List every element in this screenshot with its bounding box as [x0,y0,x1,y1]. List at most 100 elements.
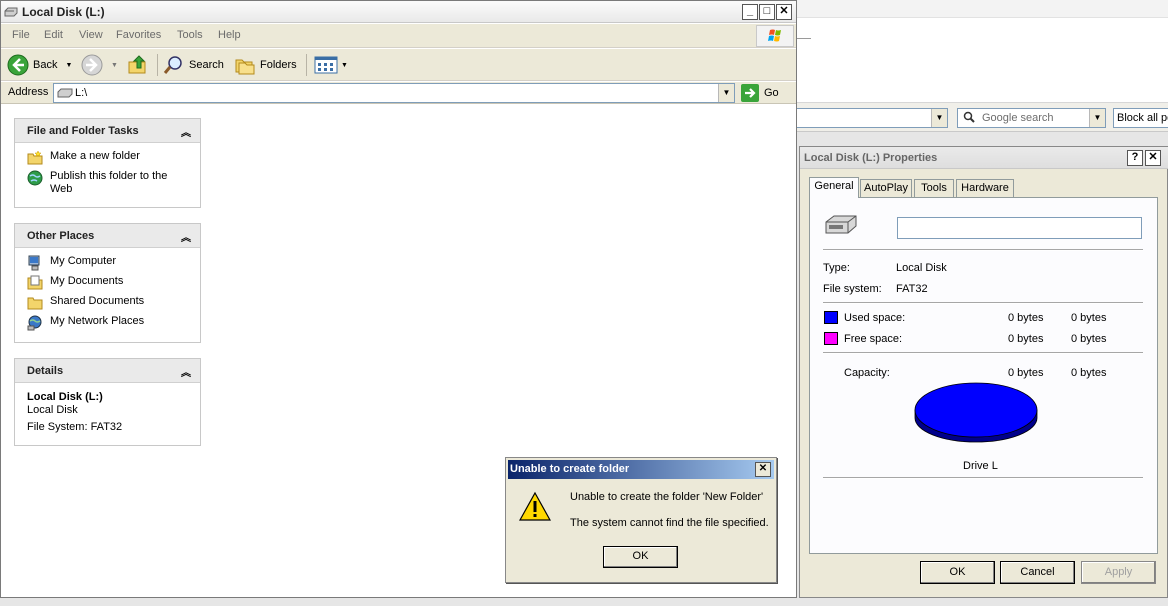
close-button[interactable]: ✕ [755,462,771,477]
place-my-documents[interactable]: My Documents [27,275,200,291]
forward-arrow-icon [81,54,103,76]
collapse-chevron-icon[interactable]: ︽ [181,124,191,139]
volume-label-input[interactable] [897,217,1142,239]
place-my-computer[interactable]: My Computer [27,255,200,271]
capacity-size: 0 bytes [1071,367,1107,379]
shared-folder-icon [27,297,43,310]
properties-titlebar[interactable]: Local Disk (L:) Properties ? ✕ [800,147,1168,169]
folders-button[interactable]: Folders [234,53,297,77]
task-label: Make a new folder [50,150,140,162]
views-button[interactable]: ▼ [314,53,348,77]
panel-body: Local Disk (L:) Local Disk File System: … [15,383,200,445]
globe-icon [27,170,43,186]
panel-header[interactable]: Other Places ︽ [15,224,200,248]
panel-header[interactable]: Details ︽ [15,359,200,383]
menu-bar: File Edit View Favorites Tools Help [1,24,796,48]
error-dialog-titlebar[interactable]: Unable to create folder ✕ [508,460,774,479]
drive-label: Drive L [963,460,998,472]
chevron-down-icon[interactable]: ▼ [341,62,348,69]
forward-button[interactable]: ▼ [81,53,118,77]
my-computer-icon [28,255,40,271]
address-input[interactable]: L:\ ▼ [53,83,735,103]
panel-title: Other Places [27,230,95,242]
warning-icon [519,491,551,521]
ok-button[interactable]: OK [603,546,678,568]
task-make-new-folder[interactable]: Make a new folder [27,150,200,166]
panel-header[interactable]: File and Folder Tasks ︽ [15,119,200,143]
properties-title: Local Disk (L:) Properties [804,152,938,164]
details-type: Local Disk [27,404,78,416]
address-value: L:\ [75,87,88,99]
back-arrow-icon [7,54,29,76]
task-publish-to-web[interactable]: Publish this folder to the Web [27,170,200,196]
back-label: Back [33,59,58,71]
go-label: Go [764,87,779,99]
explorer-titlebar[interactable]: Local Disk (L:) _ □ ✕ [1,1,796,23]
type-label: Type: [823,262,850,274]
chevron-down-icon[interactable]: ▼ [718,84,734,102]
free-space-label: Free space: [844,333,903,345]
toolbar-separator [306,54,307,76]
divider [823,302,1143,304]
file-system-value: FAT32 [896,283,928,295]
chevron-down-icon[interactable]: ▼ [65,62,72,69]
error-message: Unable to create the folder 'New Folder' [570,491,764,503]
divider [823,477,1143,479]
chevron-down-icon[interactable]: ▼ [1089,109,1105,127]
capacity-label: Capacity: [844,367,890,379]
search-label: Search [189,59,224,71]
used-space-swatch [824,311,838,324]
search-button[interactable]: Search [163,53,224,77]
properties-dialog: Local Disk (L:) Properties ? ✕ General A… [799,146,1168,598]
used-space-label: Used space: [844,312,906,324]
apply-button[interactable]: Apply [1081,561,1156,584]
tab-general[interactable]: General [809,177,859,198]
minimize-button[interactable]: _ [742,4,758,20]
type-value: Local Disk [896,262,947,274]
menu-favorites[interactable]: Favorites [116,29,161,41]
back-button[interactable]: Back ▼ [7,53,72,77]
chevron-down-icon[interactable]: ▼ [931,109,947,127]
place-label: Shared Documents [50,295,145,307]
free-space-size: 0 bytes [1071,333,1107,345]
place-my-network-places[interactable]: My Network Places [27,315,200,331]
my-documents-icon [27,275,43,290]
menu-view[interactable]: View [79,29,103,41]
tab-tools[interactable]: Tools [914,179,954,197]
chevron-down-icon[interactable]: ▼ [111,62,118,69]
file-folder-tasks-panel: File and Folder Tasks ︽ Make a new folde… [14,118,201,208]
collapse-chevron-icon[interactable]: ︽ [181,364,191,379]
place-shared-documents[interactable]: Shared Documents [27,295,200,311]
menu-help[interactable]: Help [218,29,241,41]
menu-file[interactable]: File [12,29,30,41]
browser-url-combo[interactable]: ▼ [793,108,948,128]
help-button[interactable]: ? [1127,150,1143,166]
menu-edit[interactable]: Edit [44,29,63,41]
collapse-chevron-icon[interactable]: ︽ [181,229,191,244]
drive-icon [57,88,73,98]
tab-autoplay[interactable]: AutoPlay [860,179,912,197]
close-button[interactable]: ✕ [776,4,792,20]
capacity-bytes: 0 bytes [1008,367,1044,379]
windows-flag-icon [768,29,781,42]
up-folder-icon [128,55,146,74]
menu-tools[interactable]: Tools [177,29,203,41]
divider [823,352,1143,354]
up-folder-button[interactable] [127,53,149,77]
maximize-button[interactable]: □ [759,4,775,20]
folders-label: Folders [260,59,297,71]
place-label: My Network Places [50,315,145,327]
address-bar: Address L:\ ▼ Go [1,82,796,104]
cancel-button[interactable]: Cancel [1000,561,1075,584]
ok-button[interactable]: OK [920,561,995,584]
close-button[interactable]: ✕ [1145,150,1161,166]
address-label: Address [8,86,49,98]
block-button[interactable]: Block all po [1113,108,1168,128]
used-space-size: 0 bytes [1071,312,1107,324]
google-search-input[interactable]: Google search ▼ [957,108,1106,128]
panel-title: File and Folder Tasks [27,125,139,137]
go-button[interactable]: Go [741,83,779,103]
tab-hardware[interactable]: Hardware [956,179,1014,197]
details-panel: Details ︽ Local Disk (L:) Local Disk Fil… [14,358,201,446]
taskbar-strip [0,598,797,606]
